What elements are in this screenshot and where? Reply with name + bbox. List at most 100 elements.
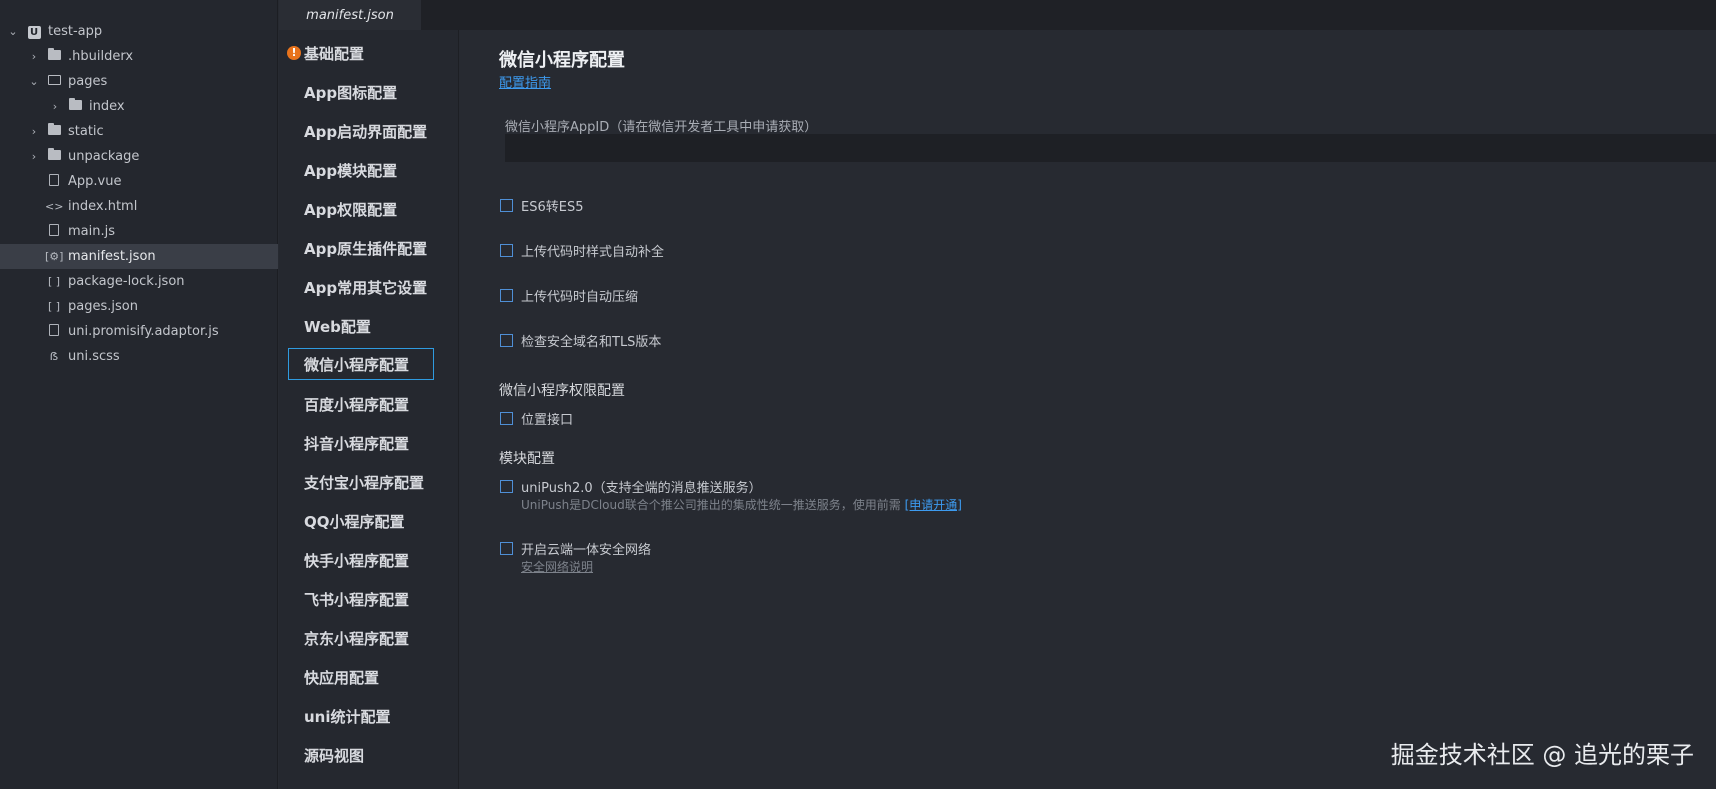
tree-item-pages[interactable]: ⌄ pages (0, 69, 278, 94)
nav-uni-stat-config[interactable]: uni统计配置 (304, 700, 454, 732)
tree-item-uni-scss[interactable]: ẞ uni.scss (0, 344, 278, 369)
nav-label: 抖音小程序配置 (304, 434, 410, 453)
nav-label: 微信小程序配置 (304, 355, 410, 374)
nav-label: 京东小程序配置 (304, 629, 410, 648)
nav-web-config[interactable]: Web配置 (304, 310, 454, 342)
secure-network-checkbox[interactable] (500, 542, 513, 555)
nav-app-module-config[interactable]: App模块配置 (304, 154, 454, 186)
nav-quickapp-config[interactable]: 快应用配置 (304, 661, 454, 693)
watermark: 掘金技术社区 @ 追光的栗子 (1390, 741, 1694, 769)
nav-label: App图标配置 (304, 83, 398, 102)
tree-item-uni-promisify[interactable]: uni.promisify.adaptor.js (0, 319, 278, 344)
tree-item-unpackage[interactable]: › unpackage (0, 144, 278, 169)
tab-manifest-json[interactable]: manifest.json (279, 0, 421, 30)
nav-alipay-mp-config[interactable]: 支付宝小程序配置 (304, 466, 454, 498)
editor-tab-bar: manifest.json (279, 0, 1716, 30)
project-icon: U (25, 25, 43, 39)
minify-option[interactable]: 上传代码时自动压缩 (500, 286, 638, 305)
unipush-description: UniPush是DCloud联合个推公司推出的集成性统一推送服务，使用前需 [申… (521, 496, 962, 513)
chevron-right-icon: › (31, 125, 37, 138)
tree-label: index (89, 99, 125, 114)
tree-label: static (68, 124, 104, 139)
folder-icon (45, 48, 63, 63)
appid-input[interactable] (505, 134, 1716, 162)
folder-icon (45, 123, 63, 138)
nav-feishu-mp-config[interactable]: 飞书小程序配置 (304, 583, 454, 615)
manifest-file-icon: [⚙] (45, 250, 64, 263)
js-file-icon (45, 224, 63, 239)
nav-label: 基础配置 (304, 44, 365, 63)
module-section-title: 模块配置 (499, 451, 555, 467)
es6-to-es5-checkbox[interactable] (500, 199, 513, 212)
secure-network-doc-link[interactable]: 安全网络说明 (521, 558, 593, 575)
tree-label: uni.promisify.adaptor.js (68, 324, 219, 339)
checkbox-label: 开启云端一体安全网络 (521, 543, 652, 558)
nav-label: App原生插件配置 (304, 239, 428, 258)
es6-to-es5-option[interactable]: ES6转ES5 (500, 196, 583, 215)
minify-checkbox[interactable] (500, 289, 513, 302)
checkbox-label: uniPush2.0（支持全端的消息推送服务） (521, 481, 762, 496)
chevron-right-icon: › (52, 100, 58, 113)
tree-label: pages.json (68, 299, 138, 314)
scss-file-icon: ẞ (49, 350, 59, 363)
tree-item-index-folder[interactable]: › index (0, 94, 278, 119)
secure-network-option[interactable]: 开启云端一体安全网络 (500, 539, 651, 558)
tree-label: package-lock.json (68, 274, 185, 289)
unipush-option[interactable]: uniPush2.0（支持全端的消息推送服务） (500, 477, 762, 496)
tree-item-pages-json[interactable]: [ ] pages.json (0, 294, 278, 319)
tree-label: pages (68, 74, 108, 89)
warning-icon: ! (287, 46, 301, 60)
tree-item-index-html[interactable]: <> index.html (0, 194, 278, 219)
config-guide-link[interactable]: 配置指南 (499, 72, 551, 91)
nav-basic-config[interactable]: ! 基础配置 (287, 37, 454, 69)
nav-label: 飞书小程序配置 (304, 590, 410, 609)
nav-app-splash-config[interactable]: App启动界面配置 (304, 115, 454, 147)
tree-item-static[interactable]: › static (0, 119, 278, 144)
unipush-checkbox[interactable] (500, 480, 513, 493)
tree-item-manifest-json[interactable]: [⚙] manifest.json (0, 244, 278, 269)
apply-link[interactable]: [申请开通] (905, 498, 962, 512)
tree-project-root[interactable]: ⌄ U test-app (0, 19, 278, 44)
postcss-option[interactable]: 上传代码时样式自动补全 (500, 241, 664, 260)
url-check-checkbox[interactable] (500, 334, 513, 347)
nav-app-icon-config[interactable]: App图标配置 (304, 76, 454, 108)
tree-item-app-vue[interactable]: App.vue (0, 169, 278, 194)
postcss-checkbox[interactable] (500, 244, 513, 257)
nav-kuaishou-mp-config[interactable]: 快手小程序配置 (304, 544, 454, 576)
nav-qq-mp-config[interactable]: QQ小程序配置 (304, 505, 454, 537)
nav-label: 快应用配置 (304, 668, 380, 687)
nav-douyin-mp-config[interactable]: 抖音小程序配置 (304, 427, 454, 459)
folder-icon (45, 148, 63, 163)
file-explorer: ⌄ U test-app › .hbuilderx ⌄ pages › inde… (0, 0, 278, 789)
nav-app-native-plugin-config[interactable]: App原生插件配置 (304, 232, 454, 264)
nav-jd-mp-config[interactable]: 京东小程序配置 (304, 622, 454, 654)
nav-label: App权限配置 (304, 200, 398, 219)
location-permission-checkbox[interactable] (500, 412, 513, 425)
nav-label: App启动界面配置 (304, 122, 428, 141)
vue-file-icon (45, 174, 63, 189)
permission-section-title: 微信小程序权限配置 (499, 383, 625, 399)
nav-app-other-settings[interactable]: App常用其它设置 (304, 271, 454, 303)
nav-app-permission-config[interactable]: App权限配置 (304, 193, 454, 225)
nav-weixin-mp-config[interactable]: 微信小程序配置 (288, 348, 434, 380)
nav-label: 源码视图 (304, 746, 365, 765)
nav-label: 快手小程序配置 (304, 551, 410, 570)
url-check-option[interactable]: 检查安全域名和TLS版本 (500, 331, 661, 350)
unipush-desc-text: UniPush是DCloud联合个推公司推出的集成性统一推送服务，使用前需 (521, 498, 901, 512)
tree-label: manifest.json (68, 249, 156, 264)
tree-label: main.js (68, 224, 115, 239)
tree-item-hbuilderx[interactable]: › .hbuilderx (0, 44, 278, 69)
tree-label: test-app (48, 24, 103, 39)
location-permission-option[interactable]: 位置接口 (500, 409, 573, 428)
nav-label: 支付宝小程序配置 (304, 473, 425, 492)
nav-source-view[interactable]: 源码视图 (304, 739, 454, 771)
chevron-right-icon: › (31, 150, 37, 163)
tab-label: manifest.json (306, 7, 394, 23)
json-file-icon: [ ] (47, 275, 61, 288)
chevron-right-icon: › (31, 50, 37, 63)
tree-item-main-js[interactable]: main.js (0, 219, 278, 244)
tree-item-package-lock-json[interactable]: [ ] package-lock.json (0, 269, 278, 294)
nav-baidu-mp-config[interactable]: 百度小程序配置 (304, 388, 454, 420)
nav-label: 百度小程序配置 (304, 395, 410, 414)
manifest-settings-nav: ! 基础配置 App图标配置 App启动界面配置 App模块配置 App权限配置… (279, 30, 459, 789)
